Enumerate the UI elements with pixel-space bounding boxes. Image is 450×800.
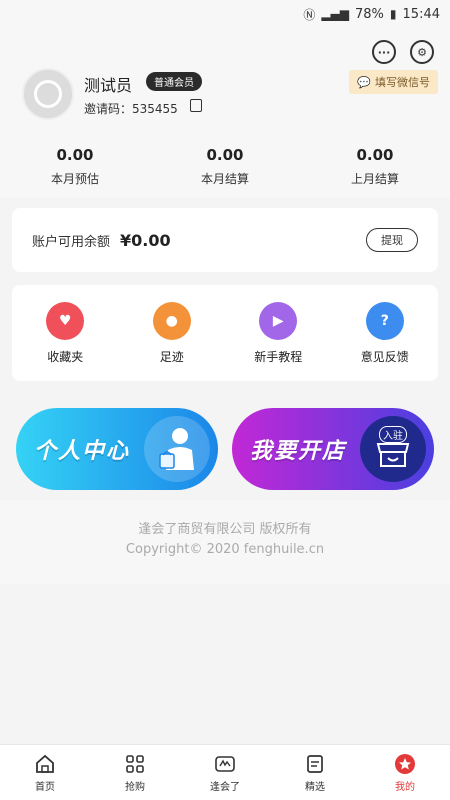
- stat-label: 本月预估: [50, 172, 99, 186]
- document-icon: [304, 753, 326, 775]
- open-store-banner[interactable]: 我要开店 入驻: [232, 408, 434, 490]
- header-actions: ··· ⚙: [372, 40, 434, 64]
- fill-wechat-button[interactable]: 💬 填写微信号: [349, 70, 438, 94]
- tab-label: 我的: [395, 781, 415, 793]
- member-badge: 普通会员: [146, 72, 202, 91]
- tab-mine[interactable]: 我的: [360, 745, 450, 800]
- profile-header: ··· ⚙ 测试员 普通会员 邀请码：535455 💬 填写微信号 0.00 本…: [0, 28, 450, 198]
- question-icon: ?: [365, 301, 404, 340]
- tab-label: 抢购: [125, 781, 145, 793]
- tab-featured[interactable]: 精选: [270, 745, 360, 800]
- copyright-site: Copyright© 2020 fenghuile.cn: [125, 542, 325, 557]
- copyright: 逢会了商贸有限公司 版权所有 Copyright© 2020 fenghuile…: [0, 520, 450, 560]
- footprint-icon: ●: [152, 301, 191, 340]
- balance-label: 账户可用余额: [32, 234, 111, 250]
- user-shopping-icon: [144, 416, 210, 482]
- shortcut-label: 新手教程: [254, 349, 303, 364]
- tab-flash-sale[interactable]: 抢购: [90, 745, 180, 800]
- stat-last-month-settled[interactable]: 0.00 上月结算: [300, 146, 450, 187]
- stat-value: 0.00: [206, 146, 244, 164]
- shortcut-feedback[interactable]: ? 意见反馈: [332, 301, 439, 365]
- stat-month-estimate[interactable]: 0.00 本月预估: [0, 146, 150, 187]
- message-icon[interactable]: ···: [372, 40, 396, 64]
- shortcut-history[interactable]: ● 足迹: [119, 301, 226, 365]
- join-badge: 入驻: [379, 426, 407, 443]
- status-bar: Ⓝ ▂▄▆ 78% ▮ 15:44: [0, 0, 450, 28]
- home-icon: [34, 753, 56, 775]
- shortcut-label: 足迹: [159, 349, 184, 364]
- balance-card: 账户可用余额 ¥0.00 提现: [12, 208, 438, 272]
- copyright-company: 逢会了商贸有限公司 版权所有: [138, 522, 312, 537]
- clock: 15:44: [402, 6, 440, 22]
- bottom-tab-bar: 首页 抢购 逢会了 精选 我的: [0, 744, 450, 800]
- shortcut-grid: ♥ 收藏夹 ● 足迹 ▶ 新手教程 ? 意见反馈: [12, 285, 438, 381]
- shortcut-label: 意见反馈: [360, 349, 409, 364]
- fill-wechat-label: 填写微信号: [375, 76, 430, 89]
- logo-icon: [214, 753, 236, 775]
- open-store-label: 我要开店: [250, 439, 347, 464]
- stat-month-settled[interactable]: 0.00 本月结算: [150, 146, 300, 187]
- shortcut-tutorial[interactable]: ▶ 新手教程: [225, 301, 332, 365]
- star-icon: [394, 753, 416, 775]
- personal-center-banner[interactable]: 个人中心: [16, 408, 218, 490]
- shortcut-favorites[interactable]: ♥ 收藏夹: [12, 301, 119, 365]
- balance-value: ¥0.00: [120, 230, 171, 250]
- tab-label: 逢会了: [210, 781, 240, 793]
- battery-level: 78%: [355, 6, 384, 22]
- video-icon: ▶: [259, 301, 298, 340]
- earnings-stats: 0.00 本月预估 0.00 本月结算 0.00 上月结算: [0, 146, 450, 187]
- withdraw-button[interactable]: 提现: [366, 228, 418, 252]
- shortcut-label: 收藏夹: [47, 349, 84, 364]
- username: 测试员: [84, 76, 133, 95]
- stat-label: 本月结算: [200, 172, 249, 186]
- invite-code: 邀请码：535455: [84, 102, 178, 116]
- promo-banners: 个人中心 我要开店 入驻: [16, 408, 434, 490]
- nfc-icon: Ⓝ: [303, 7, 316, 22]
- copy-icon[interactable]: [190, 99, 202, 112]
- storefront-icon: 入驻: [360, 416, 426, 482]
- tab-label: 精选: [305, 781, 325, 793]
- stat-value: 0.00: [56, 146, 94, 164]
- tab-label: 首页: [35, 781, 55, 793]
- avatar[interactable]: [22, 68, 74, 120]
- wechat-icon: 💬: [357, 75, 371, 89]
- signal-icon: ▂▄▆: [321, 7, 350, 21]
- tab-fenghuile[interactable]: 逢会了: [180, 745, 270, 800]
- tab-home[interactable]: 首页: [0, 745, 90, 800]
- stat-label: 上月结算: [350, 172, 399, 186]
- battery-icon: ▮: [389, 7, 397, 21]
- grid-icon: [124, 753, 146, 775]
- heart-icon: ♥: [46, 301, 85, 340]
- settings-gear-icon[interactable]: ⚙: [410, 40, 434, 64]
- personal-center-label: 个人中心: [34, 439, 131, 464]
- stat-value: 0.00: [356, 146, 394, 164]
